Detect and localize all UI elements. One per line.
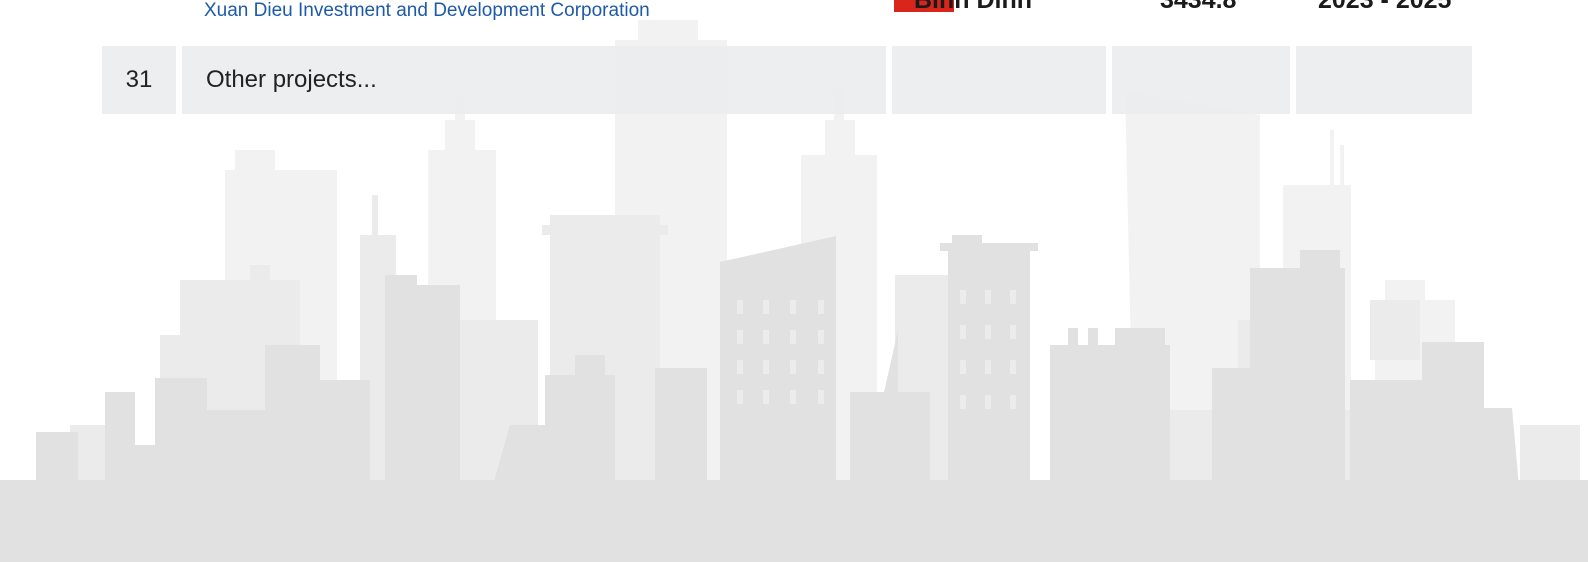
project-name-cell: Xuan Dieu Investment and Development Cor… bbox=[182, 0, 954, 42]
project-name: Other projects... bbox=[206, 66, 377, 93]
row-number: 31 bbox=[125, 66, 153, 93]
table-row: 31 Other projects... bbox=[102, 46, 1472, 114]
project-name-cell: Other projects... bbox=[182, 46, 886, 114]
row-number-cell: 30 bbox=[102, 0, 176, 42]
investor-link[interactable]: Xuan Dieu Investment and Development Cor… bbox=[204, 0, 650, 22]
period-cell: 2023 - 2025 bbox=[1296, 0, 1472, 42]
table-row: 30 Xuan Dieu Investment and Development … bbox=[102, 0, 1472, 42]
province-value: Binh Dinh bbox=[914, 0, 1033, 14]
province-cell bbox=[892, 46, 1106, 114]
row-number-cell: 31 bbox=[102, 46, 176, 114]
period-cell bbox=[1296, 46, 1472, 114]
capital-cell bbox=[1112, 46, 1290, 114]
province-cell: Binh Dinh bbox=[892, 0, 1106, 42]
row-number: 30 bbox=[102, 0, 176, 4]
capital-cell: 3434.8 bbox=[1112, 0, 1290, 42]
capital-value: 3434.8 bbox=[1160, 0, 1237, 14]
period-value: 2023 - 2025 bbox=[1318, 0, 1452, 14]
